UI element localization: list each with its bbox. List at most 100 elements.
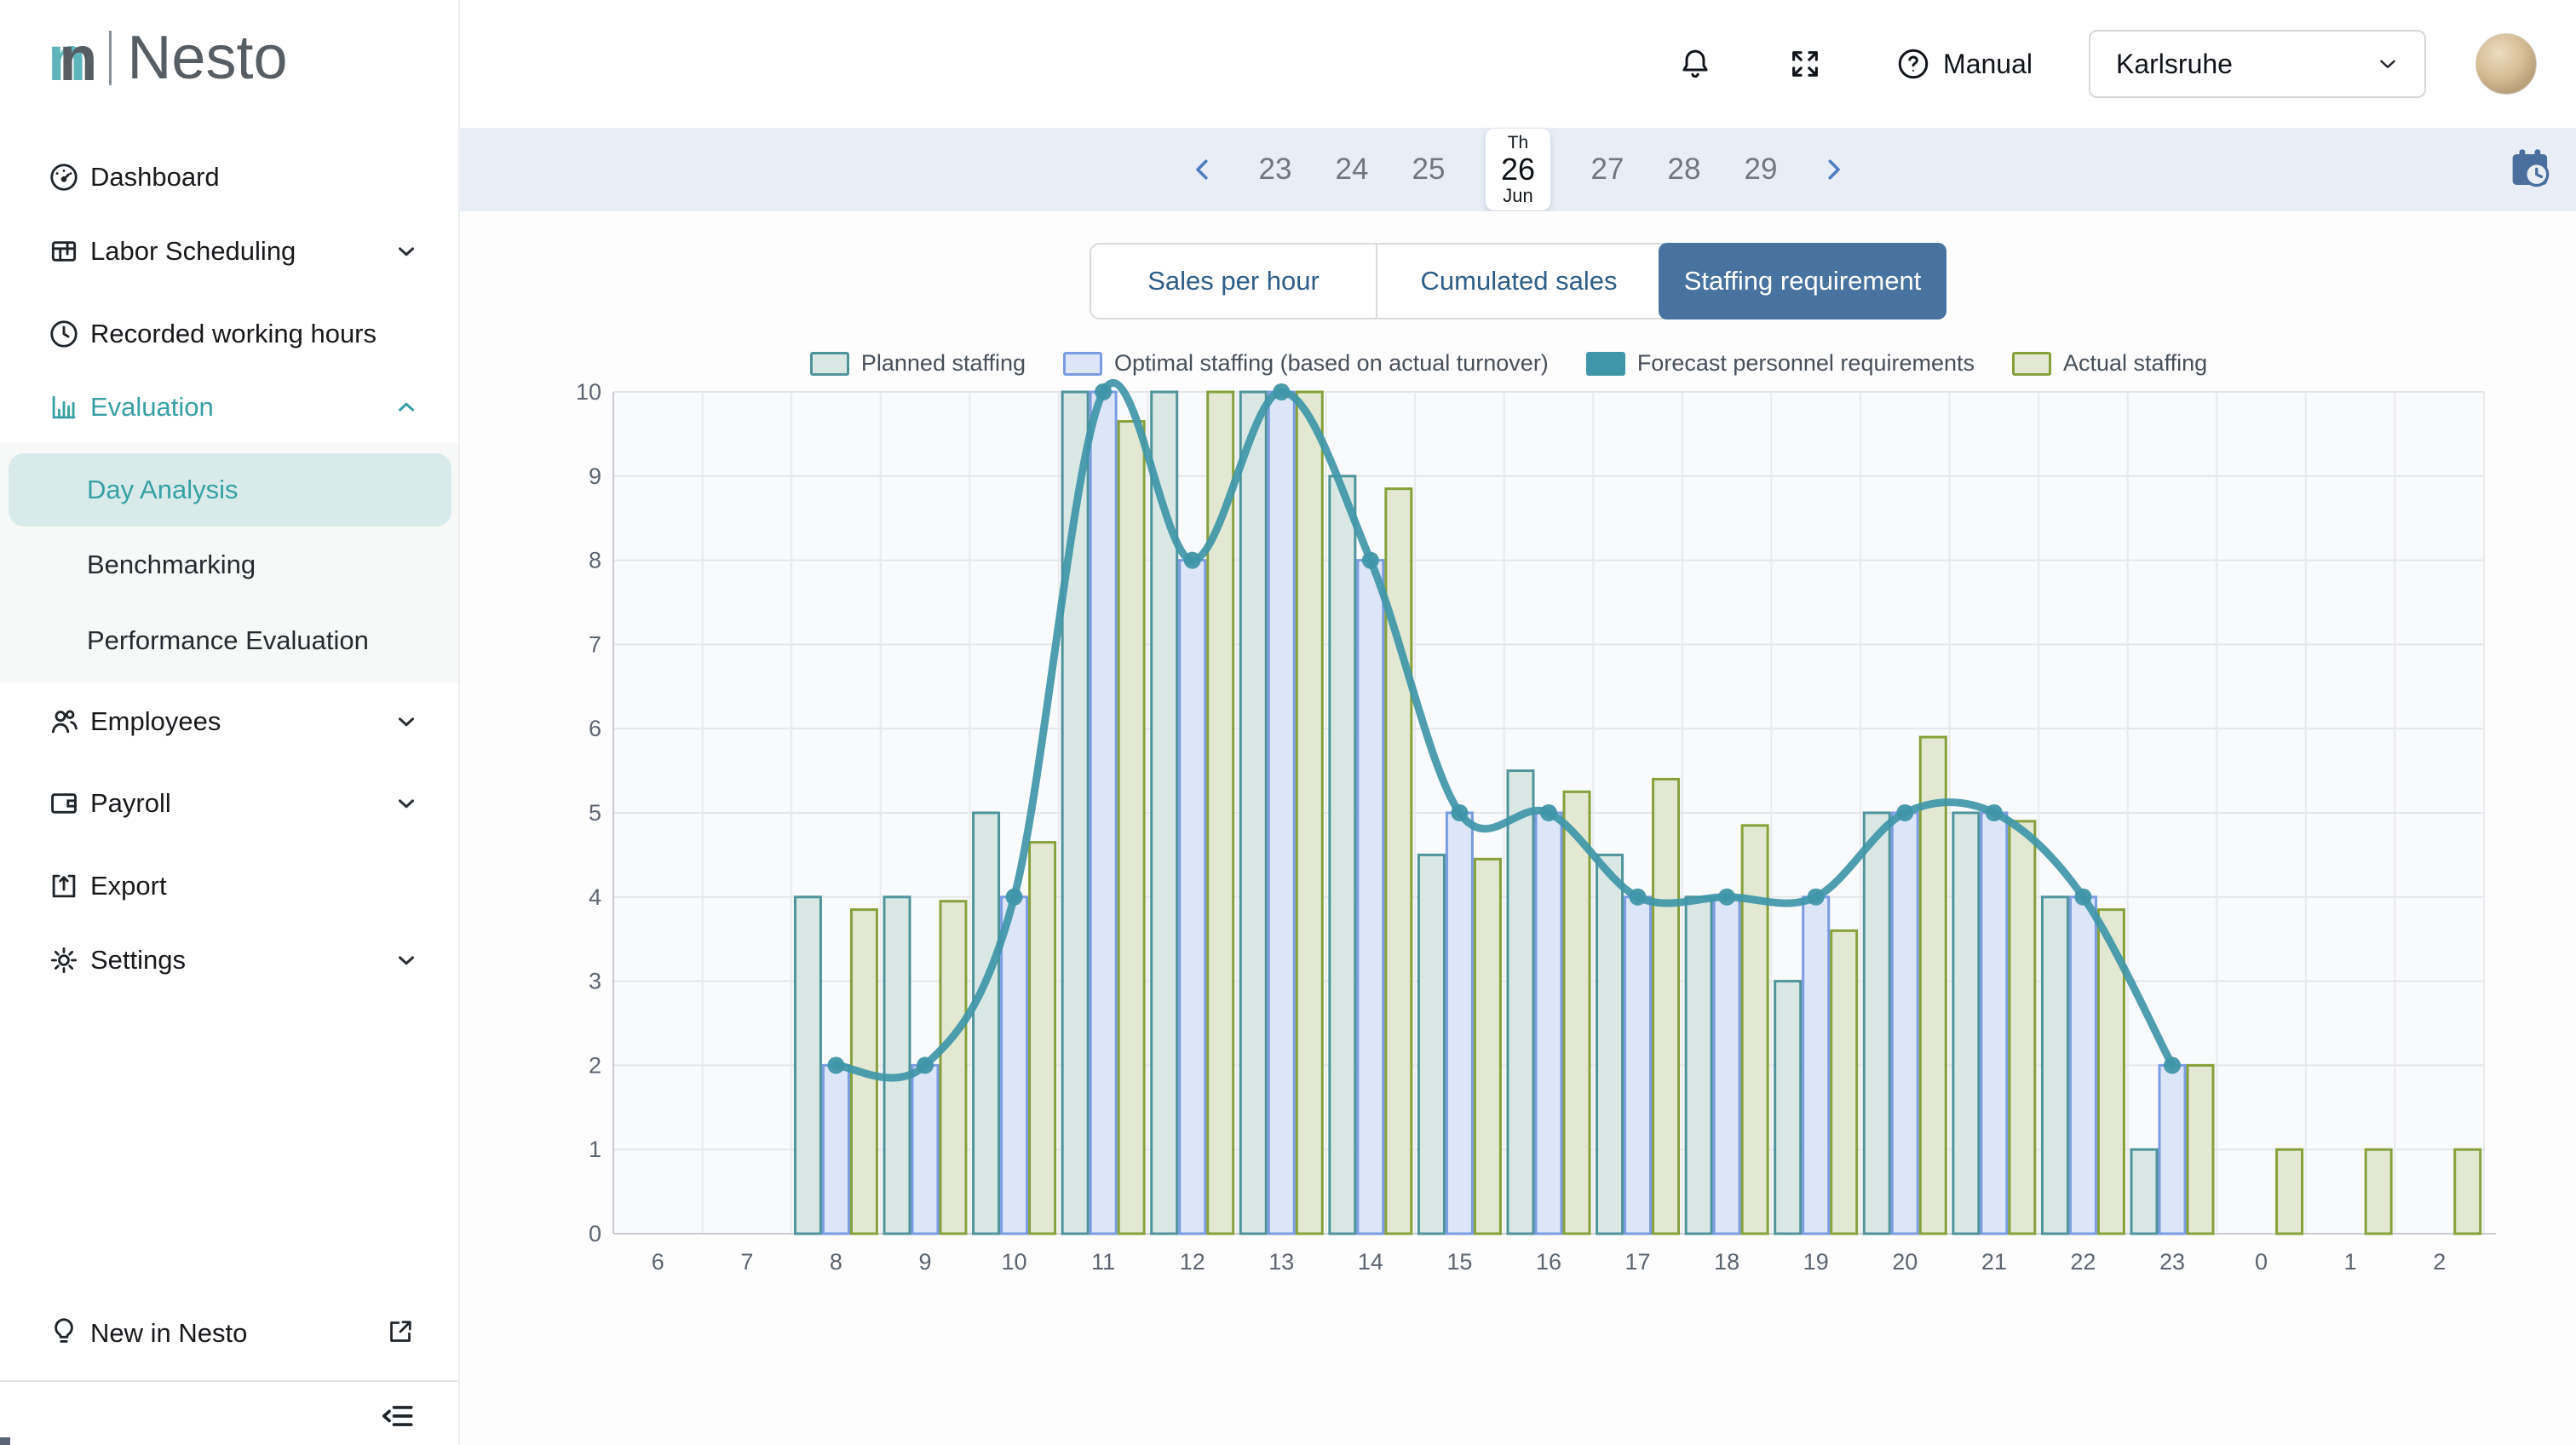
bar-1-hour-19 — [1803, 897, 1829, 1234]
svg-text:14: 14 — [1358, 1249, 1383, 1275]
bar-2-hour-11 — [1118, 422, 1144, 1234]
previous-day-button[interactable] — [1187, 154, 1218, 185]
sidebar-item-labor-scheduling[interactable]: Labor Scheduling — [0, 215, 460, 288]
chevron-down-icon — [394, 947, 419, 973]
bar-2-hour-10 — [1030, 843, 1055, 1234]
gear-icon — [48, 944, 80, 976]
svg-text:0: 0 — [2255, 1249, 2268, 1275]
bar-0-hour-22 — [2042, 897, 2067, 1234]
whats-new-link[interactable]: New in Nesto — [0, 1297, 460, 1370]
sidebar-item-evaluation[interactable]: Evaluation — [0, 371, 460, 444]
selected-day-card[interactable]: Th 26 Jun — [1486, 129, 1550, 210]
day-23[interactable]: 23 — [1256, 153, 1295, 187]
svg-text:2: 2 — [589, 1052, 601, 1078]
bar-0-hour-13 — [1240, 392, 1266, 1234]
wallet-icon — [48, 787, 80, 820]
users-icon — [48, 705, 80, 738]
bar-0-hour-9 — [884, 897, 910, 1234]
bar-1-hour-18 — [1714, 897, 1739, 1234]
sidebar-item-employees[interactable]: Employees — [0, 685, 460, 758]
bar-0-hour-19 — [1775, 982, 1801, 1234]
day-27[interactable]: 27 — [1588, 153, 1627, 187]
sidebar-item-label: Export — [90, 871, 167, 901]
sidebar-item-day-analysis[interactable]: Day Analysis — [0, 453, 460, 527]
day-25[interactable]: 25 — [1409, 153, 1448, 187]
bell-icon — [1677, 46, 1713, 82]
app-root: n n Nesto Dashboard Labor Scheduling — [0, 0, 2576, 1445]
bar-1-hour-23 — [2159, 1065, 2185, 1234]
svg-text:7: 7 — [589, 631, 601, 657]
sidebar-subitem-label: Benchmarking — [87, 550, 256, 580]
svg-text:5: 5 — [589, 800, 601, 826]
bar-1-hour-14 — [1358, 561, 1383, 1234]
bar-1-hour-22 — [2070, 897, 2096, 1234]
legend-item: Actual staffing — [2012, 350, 2207, 377]
tab-cumulated-sales[interactable]: Cumulated sales — [1376, 245, 1660, 318]
location-select-value: Karlsruhe — [2116, 49, 2233, 80]
sidebar-item-label: Employees — [90, 706, 221, 737]
svg-text:13: 13 — [1268, 1249, 1294, 1275]
location-select[interactable]: Karlsruhe — [2089, 30, 2426, 98]
bar-0-hour-17 — [1597, 855, 1623, 1234]
bar-1-hour-10 — [1002, 897, 1027, 1234]
bar-2-hour-18 — [1742, 826, 1768, 1234]
sidebar-item-label: Settings — [90, 945, 186, 976]
bar-2-hour-13 — [1297, 392, 1322, 1234]
bar-2-hour-15 — [1475, 859, 1500, 1234]
bar-1-hour-11 — [1090, 392, 1116, 1234]
bar-0-hour-15 — [1418, 855, 1444, 1234]
date-picker-button[interactable] — [2508, 147, 2554, 195]
bar-1-hour-13 — [1268, 392, 1294, 1234]
legend-label: Optimal staffing (based on actual turnov… — [1114, 350, 1549, 377]
sidebar-item-payroll[interactable]: Payroll — [0, 767, 460, 840]
gauge-icon — [48, 161, 80, 193]
day-28[interactable]: 28 — [1665, 153, 1704, 187]
chevron-up-icon — [394, 394, 419, 420]
chevron-down-icon — [394, 709, 419, 734]
svg-text:17: 17 — [1625, 1249, 1651, 1275]
sidebar-item-export[interactable]: Export — [0, 849, 460, 923]
day-24[interactable]: 24 — [1332, 153, 1371, 187]
sidebar-item-benchmarking[interactable]: Benchmarking — [0, 528, 460, 602]
next-day-button[interactable] — [1818, 154, 1849, 185]
notifications-button[interactable] — [1677, 46, 1713, 82]
bar-0-hour-20 — [1864, 813, 1889, 1234]
staffing-chart: 6789101112131415161718192021222301201234… — [475, 377, 2537, 1301]
bar-1-hour-17 — [1625, 897, 1651, 1234]
bar-2-hour-19 — [1831, 930, 1857, 1234]
sidebar-item-label: Recorded working hours — [90, 319, 377, 349]
manual-link[interactable]: Manual — [1895, 46, 2033, 82]
legend-item: Forecast personnel requirements — [1586, 350, 1975, 377]
sidebar-item-label: Dashboard — [90, 162, 220, 193]
sidebar-item-dashboard[interactable]: Dashboard — [0, 141, 460, 214]
legend-swatch-icon — [2012, 352, 2051, 376]
chevron-down-icon — [394, 791, 419, 816]
svg-text:11: 11 — [1091, 1249, 1115, 1275]
svg-text:20: 20 — [1892, 1249, 1918, 1275]
chevron-down-icon — [2375, 51, 2401, 77]
tab-staffing-requirement[interactable]: Staffing requirement — [1659, 243, 1946, 320]
legend-label: Planned staffing — [861, 350, 1026, 377]
collapse-sidebar-button[interactable] — [380, 1397, 417, 1435]
sidebar-item-settings[interactable]: Settings — [0, 924, 460, 997]
sidebar-item-recorded-working-hours[interactable]: Recorded working hours — [0, 297, 460, 371]
chart-panel: Sales per hour Cumulated sales Staffing … — [460, 211, 2576, 1445]
svg-text:8: 8 — [830, 1249, 842, 1275]
sidebar-item-label: Evaluation — [90, 392, 214, 423]
sidebar: n n Nesto Dashboard Labor Scheduling — [0, 0, 460, 1445]
user-avatar[interactable] — [2475, 33, 2537, 95]
legend-item: Planned staffing — [810, 350, 1026, 377]
export-icon — [48, 870, 80, 902]
tab-sales-per-hour[interactable]: Sales per hour — [1091, 245, 1376, 318]
svg-text:9: 9 — [918, 1249, 931, 1275]
bar-1-hour-20 — [1892, 813, 1918, 1234]
bar-2-hour-16 — [1564, 792, 1590, 1234]
sidebar-item-performance-evaluation[interactable]: Performance Evaluation — [0, 604, 460, 677]
svg-text:22: 22 — [2070, 1249, 2096, 1275]
bar-2-hour-1 — [2366, 1149, 2391, 1234]
svg-text:23: 23 — [2159, 1249, 2185, 1275]
lightbulb-icon — [48, 1315, 80, 1352]
fullscreen-button[interactable] — [1788, 47, 1822, 81]
sidebar-subitem-label: Performance Evaluation — [87, 625, 369, 656]
day-29[interactable]: 29 — [1741, 153, 1780, 187]
